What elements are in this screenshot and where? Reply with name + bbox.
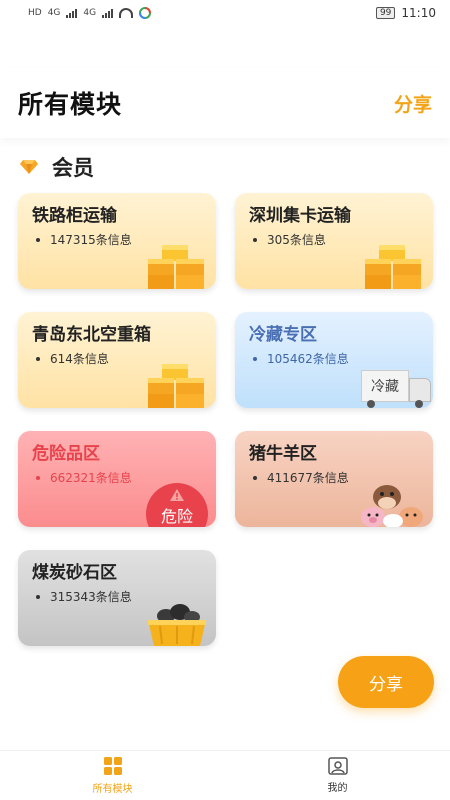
module-card-livestock[interactable]: 猪牛羊区 411677条信息 xyxy=(235,431,433,527)
grid-icon xyxy=(103,757,122,775)
truck-wheel xyxy=(415,400,423,408)
danger-icon: 危险 xyxy=(146,483,208,527)
module-card-refrigerated[interactable]: 冷藏专区 105462条信息 冷藏 xyxy=(235,312,433,408)
bullet-dot xyxy=(36,594,40,599)
bullet-dot xyxy=(253,475,257,480)
network-indicator-1: 4G xyxy=(47,8,61,18)
boxes-icon xyxy=(365,245,421,289)
bottom-nav: 所有模块 我的 xyxy=(0,750,450,800)
card-count: 105462条信息 xyxy=(249,350,419,367)
card-count-text: 305条信息 xyxy=(267,233,326,247)
status-bar: HD 4G 4G 99 11:10 xyxy=(0,0,450,26)
card-count-text: 411677条信息 xyxy=(267,471,349,485)
nav-item-mine[interactable]: 我的 xyxy=(225,751,450,800)
signal-icon-2 xyxy=(102,8,114,18)
wifi-icon xyxy=(119,8,134,18)
nav-label: 我的 xyxy=(327,783,348,794)
network-indicator-2: 4G xyxy=(83,8,97,18)
profile-icon xyxy=(327,757,348,775)
animals-icon xyxy=(361,485,423,527)
section-label: 会员 xyxy=(52,156,94,180)
gem-icon xyxy=(20,160,38,174)
battery-icon: 99 xyxy=(375,7,396,19)
truck-label: 冷藏 xyxy=(361,370,409,402)
bullet-dot xyxy=(36,475,40,480)
truck-icon: 冷藏 xyxy=(361,370,433,408)
nav-label: 所有模块 xyxy=(92,784,133,795)
card-count-text: 105462条信息 xyxy=(267,352,349,366)
module-card-shenzhen[interactable]: 深圳集卡运输 305条信息 xyxy=(235,193,433,289)
coal-basket-icon xyxy=(148,604,206,646)
header-share-button[interactable]: 分享 xyxy=(394,90,432,117)
bullet-dot xyxy=(253,237,257,242)
boxes-icon xyxy=(148,245,204,289)
card-title: 猪牛羊区 xyxy=(249,444,317,464)
card-title: 铁路柜运输 xyxy=(32,206,117,226)
app-notification-icon xyxy=(139,7,152,19)
card-count-text: 662321条信息 xyxy=(50,471,132,485)
floating-share-button[interactable]: 分享 xyxy=(338,656,434,708)
clock: 11:10 xyxy=(401,6,436,20)
card-title: 煤炭砂石区 xyxy=(32,563,117,583)
bullet-dot xyxy=(36,356,40,361)
card-count-text: 147315条信息 xyxy=(50,233,132,247)
page-title: 所有模块 xyxy=(18,90,123,119)
card-count-text: 614条信息 xyxy=(50,352,109,366)
module-card-railway[interactable]: 铁路柜运输 147315条信息 xyxy=(18,193,216,289)
danger-label: 危险 xyxy=(160,507,193,526)
status-left: HD 4G 4G xyxy=(28,7,152,19)
section-title: 会员 xyxy=(20,152,94,182)
header: 所有模块 分享 xyxy=(0,68,450,138)
bullet-dot xyxy=(36,237,40,242)
signal-icon xyxy=(66,8,78,18)
card-title: 青岛东北空重箱 xyxy=(32,325,151,345)
truck-wheel xyxy=(367,400,375,408)
hd-indicator: HD xyxy=(28,8,42,18)
bullet-dot xyxy=(253,356,257,361)
boxes-icon xyxy=(148,364,204,408)
module-card-hazardous[interactable]: 危险品区 662321条信息 危险 xyxy=(18,431,216,527)
status-right: 99 11:10 xyxy=(375,6,436,20)
card-title: 冷藏专区 xyxy=(249,325,317,345)
truck-cab xyxy=(409,378,431,402)
warning-icon xyxy=(170,489,184,501)
module-card-coal[interactable]: 煤炭砂石区 315343条信息 xyxy=(18,550,216,646)
card-count-text: 315343条信息 xyxy=(50,590,132,604)
module-card-qingdao[interactable]: 青岛东北空重箱 614条信息 xyxy=(18,312,216,408)
card-title: 深圳集卡运输 xyxy=(249,206,351,226)
card-title: 危险品区 xyxy=(32,444,100,464)
nav-item-all-modules[interactable]: 所有模块 xyxy=(0,751,225,800)
